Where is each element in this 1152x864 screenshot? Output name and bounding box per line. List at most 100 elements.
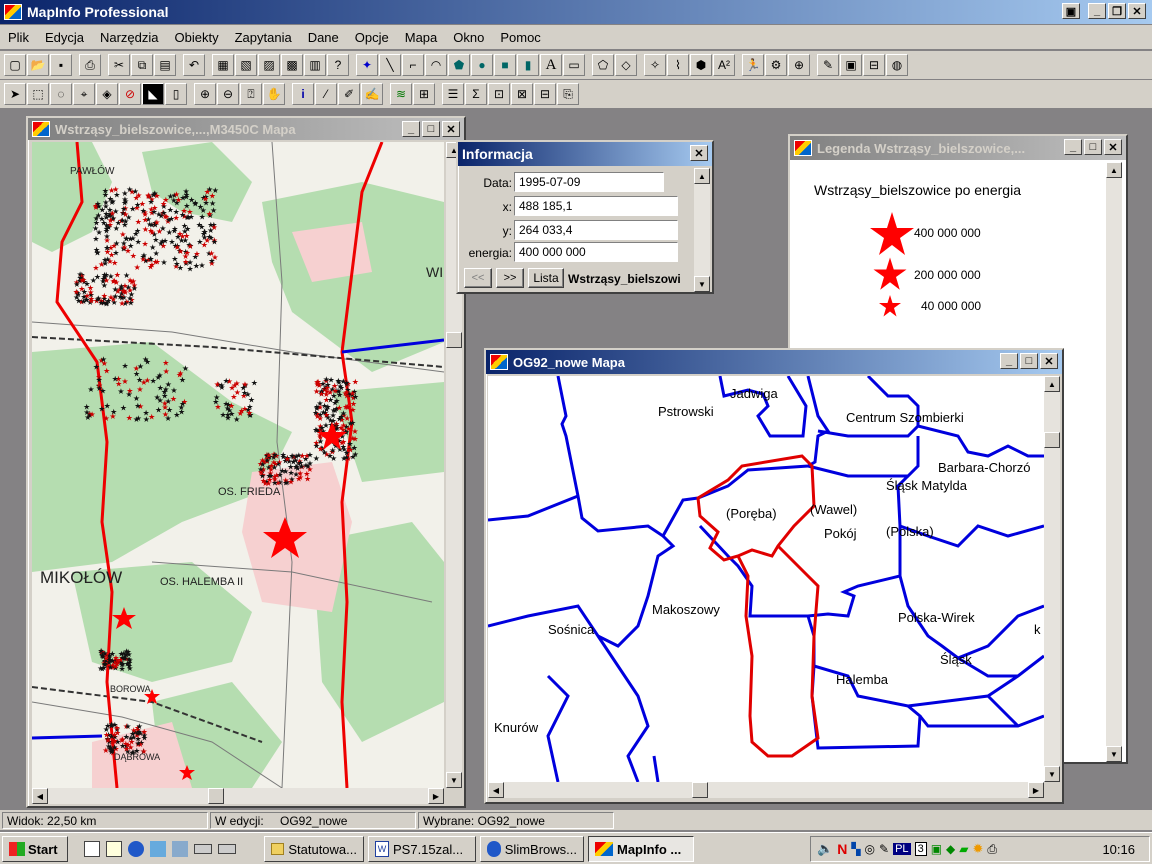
close-button[interactable]: ✕: [1128, 3, 1146, 19]
reshape-icon[interactable]: ⬠: [592, 54, 614, 76]
close-button[interactable]: ✕: [690, 145, 708, 161]
next-record-button[interactable]: >>: [496, 268, 524, 288]
scroll-up-button[interactable]: ▲: [694, 168, 710, 184]
field-value-y[interactable]: 264 033,4: [514, 220, 678, 240]
new-redistrict-icon[interactable]: ▥: [304, 54, 326, 76]
save-icon[interactable]: ▪: [50, 54, 72, 76]
grabber-hand-icon[interactable]: ✋: [263, 83, 285, 105]
status-selected[interactable]: Wybrane: OG92_nowe: [418, 812, 614, 829]
minimize-button[interactable]: _: [402, 121, 420, 137]
minimize-button[interactable]: _: [1064, 139, 1082, 155]
info-vertical-scrollbar[interactable]: ▲ ▼: [694, 168, 710, 292]
start-button[interactable]: Start: [2, 836, 68, 862]
tool-icon[interactable]: ✎: [879, 842, 889, 856]
frame-tool-icon[interactable]: ▭: [563, 54, 585, 76]
symbol-tool-icon[interactable]: ✦: [356, 54, 378, 76]
add-node-icon[interactable]: ◇: [615, 54, 637, 76]
layer-control-icon[interactable]: ≋: [390, 83, 412, 105]
quicklaunch-drive-icon[interactable]: [194, 844, 212, 854]
help-icon[interactable]: ?: [327, 54, 349, 76]
region-style-icon[interactable]: ⬢: [690, 54, 712, 76]
new-grapher-icon[interactable]: ▨: [258, 54, 280, 76]
scroll-thumb[interactable]: [208, 788, 224, 804]
scroll-down-button[interactable]: ▼: [1106, 746, 1122, 762]
prev-record-button[interactable]: <<: [464, 268, 492, 288]
og92-horizontal-scrollbar[interactable]: ◀ ▶: [488, 782, 1044, 798]
maximize-button[interactable]: □: [1084, 139, 1102, 155]
new-mapper-icon[interactable]: ▧: [235, 54, 257, 76]
scroll-left-button[interactable]: ◀: [32, 788, 48, 804]
show-legend-icon[interactable]: ☰: [442, 83, 464, 105]
language-indicator[interactable]: PL: [893, 843, 911, 855]
map-horizontal-scrollbar[interactable]: ◀ ▶: [32, 788, 444, 804]
minimize-button[interactable]: _: [1088, 3, 1106, 19]
scroll-right-button[interactable]: ▶: [428, 788, 444, 804]
globe-icon[interactable]: ⊕: [788, 54, 810, 76]
rounded-rect-tool-icon[interactable]: ▮: [517, 54, 539, 76]
list-button[interactable]: Lista: [528, 268, 564, 288]
app-title-bar[interactable]: MapInfo Professional ▣ _ ❐ ✕: [0, 0, 1152, 24]
quicklaunch-network-icon[interactable]: [172, 841, 188, 857]
tool-manager-icon[interactable]: ⚙: [765, 54, 787, 76]
scroll-left-button[interactable]: ◀: [488, 782, 504, 798]
sync-icon[interactable]: ◆: [946, 842, 955, 856]
quicklaunch-sync-icon[interactable]: [150, 841, 166, 857]
line-style-icon[interactable]: ⌇: [667, 54, 689, 76]
statistics-icon[interactable]: Σ: [465, 83, 487, 105]
restore-icon-extra[interactable]: ▣: [1062, 3, 1080, 19]
scroll-right-button[interactable]: ▶: [1028, 782, 1044, 798]
quicklaunch-notepad-icon[interactable]: [106, 841, 122, 857]
polyline-tool-icon[interactable]: ⌐: [402, 54, 424, 76]
marquee-select-icon[interactable]: ⬚: [27, 83, 49, 105]
menu-plik[interactable]: Plik: [0, 30, 37, 45]
scroll-up-button[interactable]: ▲: [1106, 162, 1122, 178]
layout-tool-icon[interactable]: ▣: [840, 54, 862, 76]
printer-tray-icon[interactable]: ⎙: [987, 842, 997, 857]
restore-button[interactable]: ❐: [1108, 3, 1126, 19]
info-tool-icon[interactable]: i: [292, 83, 314, 105]
scroll-down-button[interactable]: ▼: [1044, 766, 1060, 782]
og92-map-titlebar[interactable]: OG92_nowe Mapa _ □ ✕: [486, 350, 1062, 374]
scroll-down-button[interactable]: ▼: [446, 772, 462, 788]
mining-areas-map[interactable]: [488, 376, 1044, 782]
info-window[interactable]: Informacja ✕ Data: 1995-07-09 x: 488 185…: [456, 140, 714, 294]
unselect-all-icon[interactable]: ⊘: [119, 83, 141, 105]
new-layout-icon[interactable]: ▩: [281, 54, 303, 76]
open-folder-icon[interactable]: 📂: [27, 54, 49, 76]
scroll-thumb[interactable]: [692, 782, 708, 798]
menu-narzedzia[interactable]: Narzędzia: [92, 30, 167, 45]
undo-icon[interactable]: ↶: [183, 54, 205, 76]
paste-icon[interactable]: ▤: [154, 54, 176, 76]
task-slimbrowser[interactable]: SlimBrows...: [480, 836, 584, 862]
set-target-icon[interactable]: ⊡: [488, 83, 510, 105]
quicklaunch-browser-icon[interactable]: [128, 841, 144, 857]
wireless-icon[interactable]: ◎: [865, 842, 875, 856]
invert-select-icon[interactable]: ◣: [142, 83, 164, 105]
og92-map-window[interactable]: OG92_nowe Mapa _ □ ✕ Jadwiga Pstrowski C…: [484, 348, 1064, 804]
world-icon[interactable]: ◍: [886, 54, 908, 76]
menu-mapa[interactable]: Mapa: [397, 30, 446, 45]
select-arrow-icon[interactable]: ➤: [4, 83, 26, 105]
clock[interactable]: 10:16: [1102, 842, 1135, 857]
close-button[interactable]: ✕: [442, 121, 460, 137]
menu-pomoc[interactable]: Pomoc: [492, 30, 548, 45]
menu-obiekty[interactable]: Obiekty: [167, 30, 227, 45]
maximize-button[interactable]: □: [422, 121, 440, 137]
graph-select-icon[interactable]: ▯: [165, 83, 187, 105]
clip-region-icon[interactable]: ⊟: [534, 83, 556, 105]
antivirus-n-icon[interactable]: N: [837, 841, 847, 857]
close-button[interactable]: ✕: [1040, 353, 1058, 369]
scroll-thumb[interactable]: [446, 332, 462, 348]
boundary-select-icon[interactable]: ◈: [96, 83, 118, 105]
zoom-in-icon[interactable]: ⊕: [194, 83, 216, 105]
arc-tool-icon[interactable]: ◠: [425, 54, 447, 76]
legend-designer-icon[interactable]: ⎘: [557, 83, 579, 105]
field-value-data[interactable]: 1995-07-09: [514, 172, 664, 192]
volume-icon[interactable]: 🔈: [817, 841, 833, 857]
copy-icon[interactable]: ⧉: [131, 54, 153, 76]
zoom-out-icon[interactable]: ⊖: [217, 83, 239, 105]
quicklaunch-calc-icon[interactable]: [84, 841, 100, 857]
field-value-x[interactable]: 488 185,1: [514, 196, 678, 216]
scroll-thumb[interactable]: [1044, 432, 1060, 448]
print-icon[interactable]: ⎙: [79, 54, 101, 76]
